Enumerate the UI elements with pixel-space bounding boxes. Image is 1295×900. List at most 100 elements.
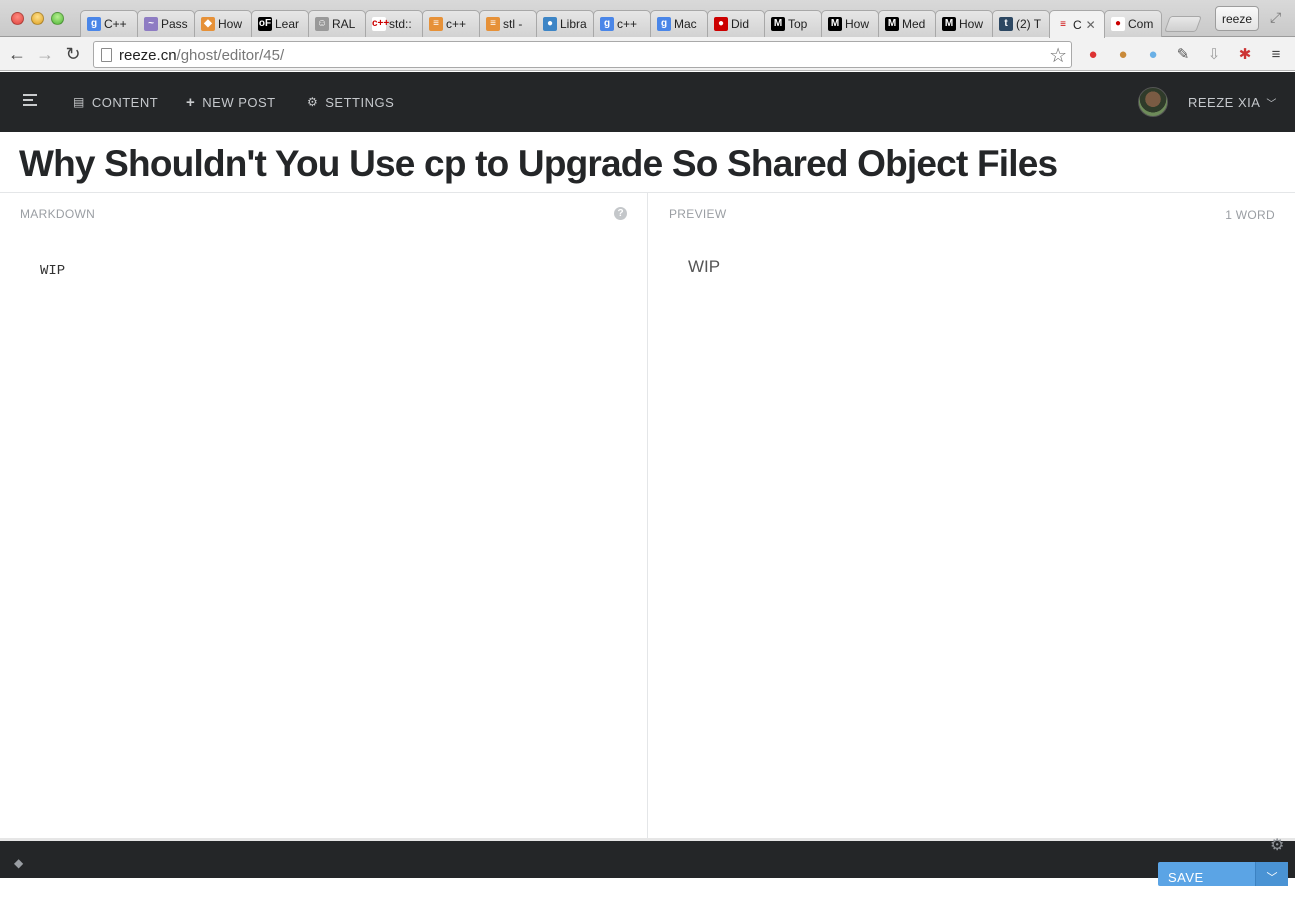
back-arrow-icon[interactable]: ← <box>6 43 28 65</box>
cookie-icon[interactable]: ● <box>1113 45 1133 65</box>
new-tab-button[interactable] <box>1164 16 1202 32</box>
browser-tab[interactable]: M How <box>935 10 993 37</box>
user-menu[interactable]: REEZE XIA ﹀ <box>1188 72 1277 132</box>
tab-label: Pass <box>161 17 188 31</box>
ghost-icon: ≡ <box>1056 17 1070 32</box>
preview-pane: PREVIEW 1 WORD WIP <box>649 193 1295 838</box>
browser-tab[interactable]: g c++ <box>593 10 651 37</box>
google-icon: g <box>87 17 101 31</box>
extension-red-icon[interactable]: ● <box>1083 45 1103 65</box>
extension-v-icon[interactable]: ● <box>1143 45 1163 65</box>
tab-list: g C++ ~ Pass ◆ How oF Lear ☺ RAL c++ std:: ≡ c++ ≡ stl … <box>80 10 1202 38</box>
markdown-label: MARKDOWN <box>20 207 96 221</box>
fullscreen-icon[interactable]: ⤢ <box>1270 9 1286 25</box>
markdown-editor[interactable]: WIP <box>40 263 65 279</box>
browser-tab[interactable]: ● Did <box>707 10 765 37</box>
tab-label: (2) T <box>1016 17 1042 31</box>
google-icon: g <box>657 17 671 31</box>
tab-label: C <box>1073 17 1082 32</box>
nav-settings-label: SETTINGS <box>325 94 395 110</box>
browser-tab[interactable]: ~ Pass <box>137 10 195 37</box>
stackoverflow-icon: ≡ <box>486 17 500 31</box>
browser-tab[interactable]: t (2) T <box>992 10 1050 37</box>
wrench-icon[interactable]: ✎ <box>1173 45 1193 65</box>
editor-footer: ◆ <box>0 838 1295 878</box>
nav-new-post-link[interactable]: + NEW POST <box>186 72 276 132</box>
browser-tab[interactable]: ≡ c++ <box>422 10 480 37</box>
preview-content: WIP <box>688 257 721 276</box>
browser-tab[interactable]: g C++ <box>80 10 138 37</box>
menu-icon[interactable] <box>23 94 37 108</box>
browser-tab[interactable]: oF Lear <box>251 10 309 37</box>
tab-label: c++ <box>617 17 638 31</box>
browser-tab[interactable]: ≡ C ✕ <box>1049 10 1105 38</box>
plus-icon: + <box>186 93 196 111</box>
tab-label: Com <box>1128 17 1154 31</box>
reload-icon[interactable]: ↻ <box>62 43 84 65</box>
translate-icon[interactable]: ✱ <box>1235 45 1255 65</box>
medium-icon: M <box>885 17 899 31</box>
post-settings-gear-icon[interactable]: ⚙ <box>1270 835 1284 855</box>
chevron-down-icon[interactable]: ﹀ <box>1255 862 1288 886</box>
profile-button[interactable]: reeze <box>1215 6 1259 31</box>
tab-label: RAL <box>332 17 356 31</box>
chevron-down-icon: ﹀ <box>1266 98 1277 110</box>
chrome-menu-icon[interactable]: ≡ <box>1266 45 1286 65</box>
browser-tab[interactable]: g Mac <box>650 10 708 37</box>
address-bar[interactable]: reeze.cn/ghost/editor/45/ ☆ <box>93 41 1072 68</box>
tag-icon[interactable]: ◆ <box>14 856 23 870</box>
nav-content-link[interactable]: ▤ CONTENT <box>73 72 158 132</box>
browser-toolbar: ← → ↻ reeze.cn/ghost/editor/45/ ☆ ● ● ● … <box>0 37 1295 71</box>
tab-label: How <box>218 17 243 31</box>
tab-label: Lear <box>275 17 300 31</box>
page-icon <box>101 48 112 62</box>
google-icon: g <box>600 17 614 31</box>
help-icon[interactable]: ? <box>614 207 627 220</box>
gear-icon: ⚙ <box>307 95 319 109</box>
apple-icon: ● <box>714 17 728 31</box>
browser-tab[interactable]: ≡ stl - <box>479 10 537 37</box>
zoom-window-button[interactable] <box>51 12 64 25</box>
url-host: reeze.cn <box>119 47 177 64</box>
user-name-label: REEZE XIA <box>1188 94 1261 110</box>
avatar[interactable] <box>1138 87 1168 117</box>
content-icon: ▤ <box>73 95 85 109</box>
libra-icon: ● <box>543 17 557 31</box>
github-icon: ● <box>1111 17 1125 31</box>
browser-tab[interactable]: ● Com <box>1104 10 1162 37</box>
minimize-window-button[interactable] <box>31 12 44 25</box>
browser-tab[interactable]: M How <box>821 10 879 37</box>
markdown-pane: MARKDOWN ? WIP <box>0 193 648 838</box>
post-title-input[interactable]: Why Shouldn't You Use cp to Upgrade So S… <box>19 143 1058 185</box>
url-path: /ghost/editor/45/ <box>176 47 285 64</box>
tumblr-icon: t <box>999 17 1013 31</box>
tab-label: std:: <box>389 17 412 31</box>
close-window-button[interactable] <box>11 12 24 25</box>
cpp-icon: c++ <box>372 17 390 31</box>
browser-tabstrip: g C++ ~ Pass ◆ How oF Lear ☺ RAL c++ std:: ≡ c++ ≡ stl … <box>0 0 1295 38</box>
close-tab-icon[interactable]: ✕ <box>1086 18 1096 32</box>
browser-tab[interactable]: ☺ RAL <box>308 10 366 37</box>
nav-new-post-label: NEW POST <box>202 94 276 110</box>
nav-settings-link[interactable]: ⚙ SETTINGS <box>307 72 394 132</box>
stackoverflow-icon: ≡ <box>429 17 443 31</box>
browser-tab[interactable]: c++ std:: <box>365 10 423 37</box>
tab-label: Top <box>788 17 808 31</box>
tab-label: How <box>845 17 870 31</box>
tab-label: stl - <box>503 17 523 31</box>
cat-icon: ☺ <box>315 17 329 31</box>
browser-tab[interactable]: M Top <box>764 10 822 37</box>
save-draft-button[interactable]: SAVE DRAFT <box>1158 862 1255 900</box>
tab-label: Did <box>731 17 750 31</box>
tab-label: C++ <box>104 17 127 31</box>
save-button-group: SAVE DRAFT ﹀ <box>1158 862 1288 900</box>
browser-tab[interactable]: M Med <box>878 10 936 37</box>
ghost-top-nav: ▤ CONTENT + NEW POST ⚙ SETTINGS <box>0 72 1295 132</box>
url-text[interactable]: reeze.cn/ghost/editor/45/ <box>119 47 284 64</box>
forward-arrow-icon[interactable]: → <box>34 43 56 65</box>
browser-tab[interactable]: ◆ How <box>194 10 252 37</box>
download-icon[interactable]: ⇩ <box>1204 45 1224 65</box>
browser-tab[interactable]: ● Libra <box>536 10 594 37</box>
bookmark-star-icon[interactable]: ☆ <box>1049 43 1067 68</box>
medium-icon: M <box>771 17 785 31</box>
